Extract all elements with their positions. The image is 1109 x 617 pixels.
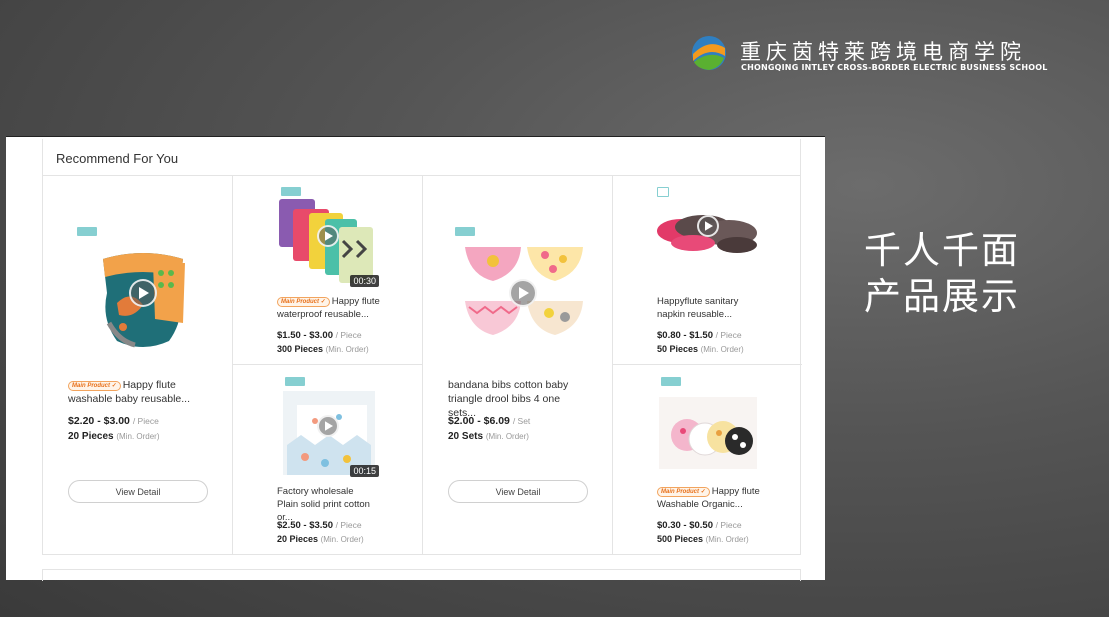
product-min-order: 300 Pieces (Min. Order) (277, 344, 369, 354)
product-title[interactable]: Main Product ✓ Happy flute washable baby … (68, 378, 208, 406)
product-price: $1.50 - $3.00 / Piece (277, 330, 362, 341)
brand-tag-icon (77, 227, 97, 236)
product-image[interactable] (653, 375, 763, 479)
product-price: $2.20 - $3.00 / Piece (68, 415, 159, 427)
brand-tag-icon (455, 227, 475, 236)
brand-tag-icon (657, 187, 669, 197)
recommend-header: Recommend For You (42, 139, 801, 176)
view-detail-button[interactable]: View Detail (68, 480, 208, 503)
view-detail-button[interactable]: View Detail (448, 480, 588, 503)
product-image[interactable] (653, 185, 763, 289)
school-name-en: CHONGQING INTLEY CROSS-BORDER ELECTRIC B… (741, 63, 1048, 72)
play-video-icon[interactable] (697, 215, 719, 237)
school-logo-icon (692, 36, 726, 70)
product-min-order: 50 Pieces (Min. Order) (657, 344, 744, 354)
product-card[interactable]: Main Product ✓ Happy flute washable baby … (43, 175, 232, 555)
product-card[interactable]: bandana bibs cotton baby triangle drool … (423, 175, 612, 555)
product-min-order: 20 Pieces (Min. Order) (68, 431, 160, 442)
slogan-line-2: 产品展示 (864, 275, 1020, 318)
section-title: Recommend For You (56, 151, 179, 166)
next-section-edge (42, 569, 801, 581)
slogan: 千人千面 产品展示 (864, 228, 1020, 320)
product-title[interactable]: bandana bibs cotton baby triangle drool … (448, 378, 588, 420)
main-product-badge: Main Product ✓ (277, 297, 330, 307)
recommend-panel: Recommend For You Main Product ✓ Happy f… (6, 136, 825, 581)
play-video-icon[interactable] (317, 225, 339, 247)
video-duration: 00:30 (350, 275, 379, 287)
brand-tag-icon (281, 187, 301, 196)
school-name-cn: 重庆茵特莱跨境电商学院 (740, 40, 1026, 64)
play-video-icon[interactable] (509, 279, 537, 307)
product-image[interactable]: 00:30 (277, 185, 381, 289)
play-video-icon[interactable] (317, 415, 339, 437)
product-card[interactable]: 00:30 Main Product ✓ Happy flute waterpro… (233, 175, 422, 364)
product-card[interactable]: 00:15 Factory wholesale Plain solid prin… (233, 365, 422, 555)
product-price: $0.30 - $0.50 / Piece (657, 520, 742, 531)
product-image[interactable] (73, 223, 213, 363)
play-video-icon[interactable] (129, 279, 157, 307)
nursing-pads-image (659, 397, 757, 469)
product-price: $2.50 - $3.50 / Piece (277, 520, 362, 531)
sanitary-napkins-image (657, 215, 757, 253)
product-price: $0.80 - $1.50 / Piece (657, 330, 742, 341)
slogan-line-1: 千人千面 (864, 229, 1020, 272)
product-title[interactable]: Main Product ✓ Happy flute Washable Organ… (657, 485, 787, 511)
product-title[interactable]: Main Product ✓ Happy flute waterproof reu… (277, 295, 407, 321)
product-card[interactable]: Main Product ✓ Happy flute Washable Organ… (613, 365, 802, 555)
brand-tag-icon (285, 377, 305, 386)
main-product-badge: Main Product ✓ (68, 381, 121, 391)
product-price: $2.00 - $6.09 / Set (448, 415, 531, 427)
brand-tag-icon (661, 377, 681, 386)
main-product-badge: Main Product ✓ (657, 487, 710, 497)
product-card[interactable]: Happyflute sanitary napkin reusable... $… (613, 175, 802, 364)
brand-header: 重庆茵特莱跨境电商学院 CHONGQING INTLEY CROSS-BORDE… (690, 34, 1055, 74)
product-min-order: 20 Sets (Min. Order) (448, 431, 529, 442)
product-grid: Main Product ✓ Happy flute washable baby … (42, 175, 802, 555)
product-title[interactable]: Factory wholesale Plain solid print cott… (277, 485, 377, 524)
product-min-order: 20 Pieces (Min. Order) (277, 534, 364, 544)
product-image[interactable] (453, 223, 593, 363)
product-image[interactable]: 00:15 (277, 375, 381, 479)
product-title[interactable]: Happyflute sanitary napkin reusable... (657, 295, 757, 321)
product-min-order: 500 Pieces (Min. Order) (657, 534, 749, 544)
video-duration: 00:15 (350, 465, 379, 477)
